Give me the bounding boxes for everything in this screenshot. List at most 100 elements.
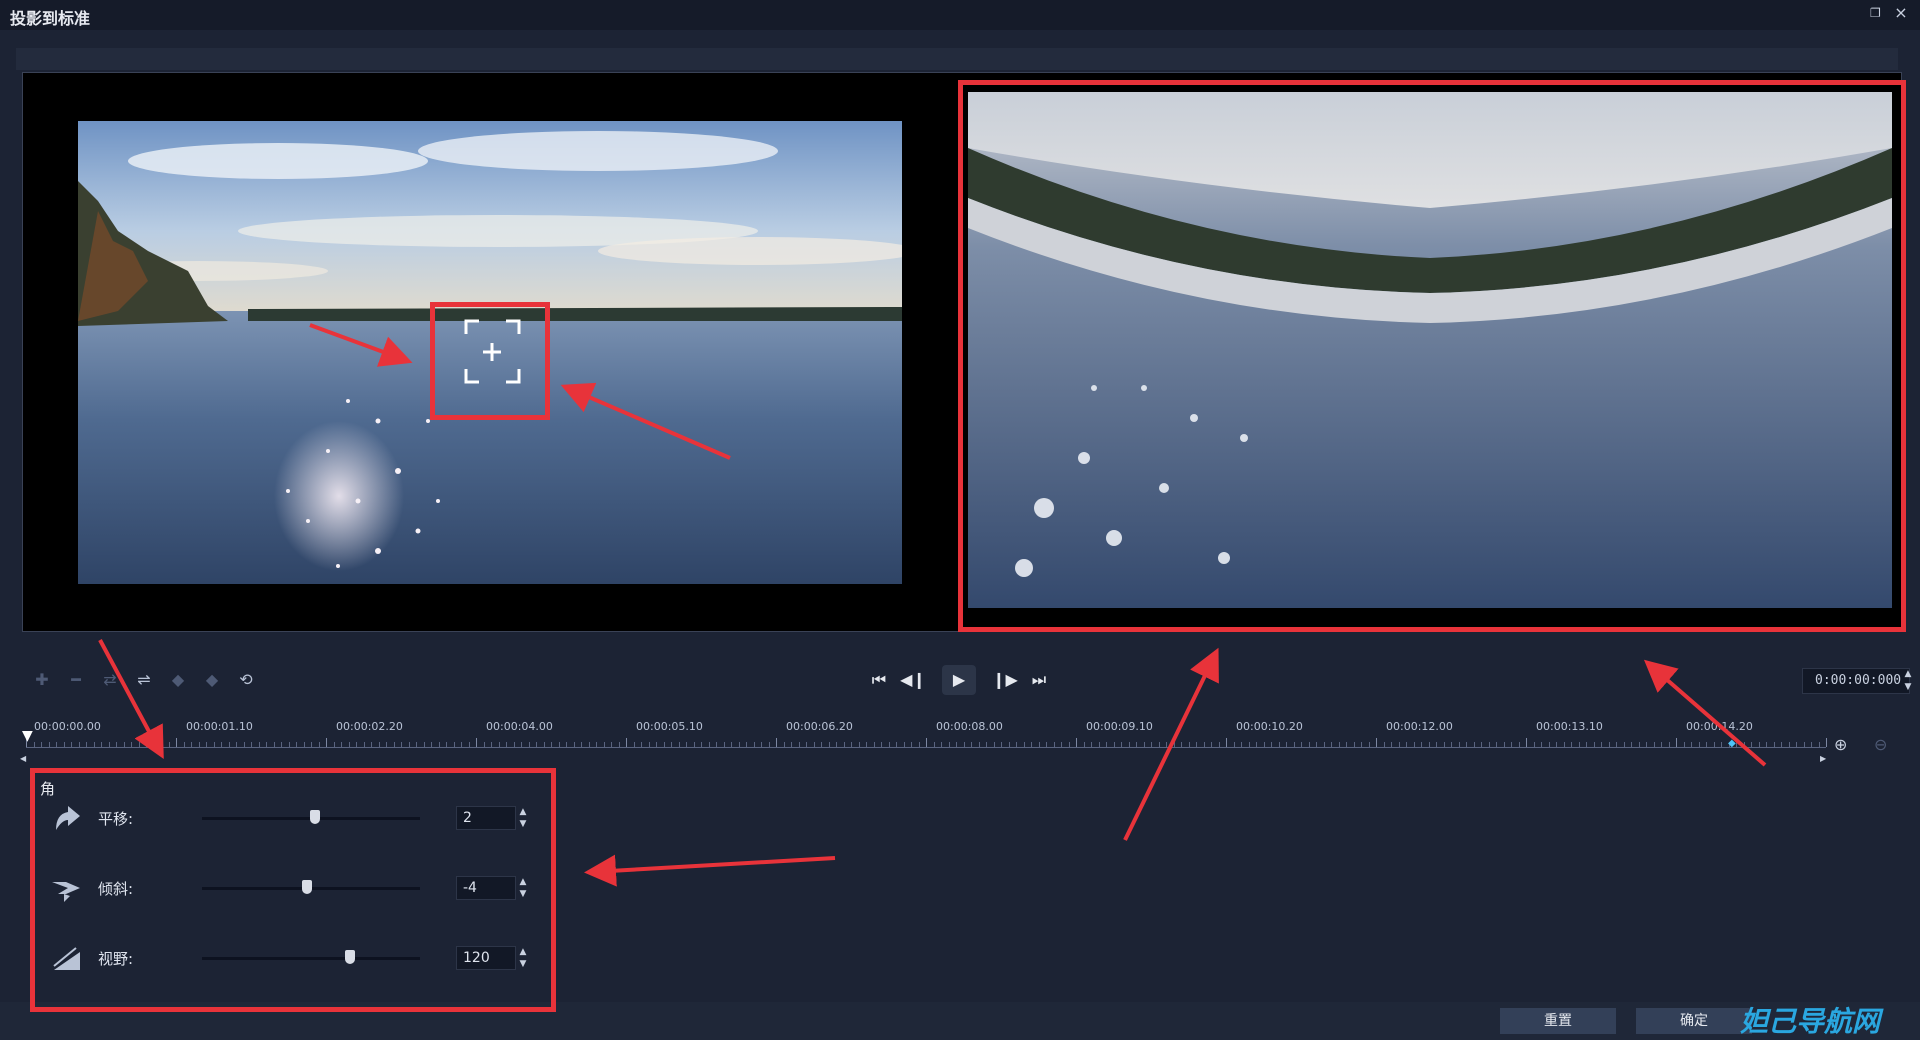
timeline-tick (198, 742, 200, 747)
timeline-tick (1481, 742, 1482, 747)
timeline-tick (978, 742, 980, 747)
timeline-tick (558, 742, 560, 747)
timeline-tick (1226, 738, 1227, 747)
step-forward-icon[interactable]: ❙▶ (988, 665, 1022, 695)
timeline-tick (1233, 742, 1235, 747)
timeline-tick (933, 742, 935, 747)
timeline-tick (956, 742, 957, 747)
step-back-icon[interactable]: ◀❙ (896, 665, 930, 695)
timeline[interactable]: 00:00:00.00 00:00:01.10 00:00:02.20 00:0… (16, 708, 1872, 764)
timeline-tick (1188, 742, 1190, 747)
reverse-keyframe-icon[interactable]: ⇄ (98, 668, 122, 692)
timeline-tick (1668, 742, 1670, 747)
timeline-tick (138, 742, 140, 747)
playhead-marker[interactable]: ▼ (22, 728, 38, 744)
timecode-spinner[interactable]: ▲ ▼ (1902, 668, 1914, 694)
timeline-tick (1196, 742, 1197, 747)
timeline-tick (603, 742, 605, 747)
watermark-logo: 妲己导航网 (1740, 1005, 1881, 1038)
timeline-tick (873, 742, 875, 747)
window-title: 投影到标准 (10, 9, 91, 28)
timeline-label: 00:00:14.20 (1686, 720, 1753, 733)
timeline-tick (348, 742, 350, 747)
timeline-tick (506, 742, 507, 747)
spin-up-icon[interactable]: ▲ (1905, 669, 1912, 679)
timeline-tick (1383, 742, 1385, 747)
close-icon[interactable]: × (1892, 4, 1910, 22)
timeline-tick (1256, 742, 1257, 747)
timeline-tick (363, 742, 365, 747)
timeline-tick (1676, 738, 1677, 747)
timeline-tick (1173, 742, 1175, 747)
timeline-labels: 00:00:00.00 00:00:01.10 00:00:02.20 00:0… (16, 720, 1816, 736)
timeline-tick (1368, 742, 1370, 747)
timeline-tick (1076, 738, 1077, 747)
timeline-tick (318, 742, 320, 747)
timeline-tick (1586, 742, 1587, 747)
timeline-tick (611, 742, 612, 747)
projection-dialog: 投影到标准 ❐ × ✚ ━ ⇄ ⇌ ◆ ◆ ⟲ ⏮ ◀❙ ▶ ❙▶ ⏭ 0:00… (0, 0, 1920, 1040)
timeline-tick (1008, 742, 1010, 747)
timeline-tick (191, 742, 192, 747)
swap-icon[interactable]: ⇌ (132, 668, 156, 692)
timeline-tick (836, 742, 837, 747)
timeline-tick (926, 738, 927, 747)
timeline-tick (1661, 742, 1662, 747)
timeline-tick (438, 742, 440, 747)
timeline-tick (408, 742, 410, 747)
timeline-ruler[interactable] (26, 738, 1827, 748)
timeline-tick (183, 742, 185, 747)
timeline-label: 00:00:10.20 (1236, 720, 1303, 733)
scroll-right-icon[interactable]: ▶ (1820, 754, 1830, 764)
prev-keyframe-icon[interactable]: ◆ (166, 668, 190, 692)
spin-down-icon[interactable]: ▼ (1905, 682, 1912, 692)
timeline-tick (1241, 742, 1242, 747)
timeline-tick (813, 742, 815, 747)
play-icon[interactable]: ▶ (942, 665, 976, 695)
timecode-field[interactable]: 0:00:00:000 (1802, 668, 1910, 694)
timeline-tick (536, 742, 537, 747)
timeline-tick (821, 742, 822, 747)
timeline-tick (1556, 742, 1557, 747)
timeline-label: 00:00:06.20 (786, 720, 853, 733)
zoom-in-icon[interactable]: ⊕ (1834, 735, 1856, 757)
timeline-tick (753, 742, 755, 747)
add-keyframe-icon[interactable]: ✚ (30, 668, 54, 692)
timeline-tick (1278, 742, 1280, 747)
timeline-tick (1211, 742, 1212, 747)
timeline-tick (1803, 742, 1805, 747)
restore-window-icon[interactable]: ❐ (1870, 6, 1886, 22)
go-to-start-icon[interactable]: ⏮ (862, 665, 896, 695)
timeline-tick (1451, 742, 1452, 747)
ok-button[interactable]: 确定 (1636, 1008, 1752, 1034)
reset-button[interactable]: 重置 (1500, 1008, 1616, 1034)
zoom-out-icon[interactable]: ⊖ (1874, 735, 1896, 757)
timeline-label: 00:00:02.20 (336, 720, 403, 733)
timeline-tick (1203, 742, 1205, 747)
timeline-tick (971, 742, 972, 747)
timeline-tick (378, 742, 380, 747)
timeline-tick (641, 742, 642, 747)
timeline-tick (1098, 742, 1100, 747)
next-keyframe-icon[interactable]: ◆ (200, 668, 224, 692)
timeline-tick (1653, 742, 1655, 747)
timeline-tick (1061, 742, 1062, 747)
timeline-tick (648, 742, 650, 747)
timeline-tick (168, 742, 170, 747)
reset-keyframe-icon[interactable]: ⟲ (234, 668, 258, 692)
keyframe-marker[interactable]: ◆ (1728, 738, 1738, 749)
arrow-to-properties-right (584, 854, 836, 887)
remove-keyframe-icon[interactable]: ━ (64, 668, 88, 692)
timeline-tick (671, 742, 672, 747)
annotation-box-result (958, 80, 1906, 632)
timeline-tick (161, 742, 162, 747)
timeline-tick (1053, 742, 1055, 747)
timeline-label: 00:00:12.00 (1386, 720, 1453, 733)
timeline-tick (123, 742, 125, 747)
timeline-tick (341, 742, 342, 747)
timeline-tick (686, 742, 687, 747)
scroll-left-icon[interactable]: ◀ (20, 754, 30, 764)
timeline-tick (78, 742, 80, 747)
timeline-tick (1766, 742, 1767, 747)
go-to-end-icon[interactable]: ⏭ (1022, 665, 1056, 695)
